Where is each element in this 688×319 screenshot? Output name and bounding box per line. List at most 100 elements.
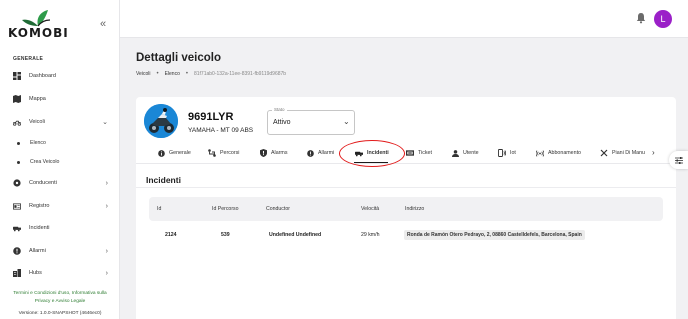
breadcrumb: Veicoli • Elenco • 81f71ab0-132a-11ee-83… (136, 71, 286, 77)
bullet-icon (17, 160, 20, 164)
tab-ticket[interactable]: Ticket (406, 146, 432, 160)
sidebar-subitem-label: Crea Veicolo (30, 159, 60, 165)
registry-icon (13, 202, 21, 210)
breadcrumb-separator-icon: • (185, 71, 188, 77)
dashboard-icon (13, 72, 21, 80)
breadcrumb-current: 81f71ab0-132a-11ee-8391-fb9119d9687b (193, 71, 287, 77)
sidebar-item-label: Dashboard (29, 73, 56, 79)
breadcrumb-separator-icon: • (156, 71, 159, 77)
chevron-down-icon[interactable]: ⌄ (343, 117, 350, 126)
tab-utente[interactable]: Utente (451, 146, 479, 160)
legal-link-line2[interactable]: Privacy e Avviso Legale (0, 298, 120, 306)
top-bar (120, 0, 688, 38)
motorcycle-icon (13, 118, 21, 126)
tab-label: Iot (510, 150, 516, 156)
column-header-conductor[interactable]: Conductor (266, 206, 290, 212)
page-title: Dettagli veicolo (136, 52, 221, 64)
driver-icon (13, 179, 21, 187)
tab-generale[interactable]: Generale (157, 146, 191, 160)
sidebar-item-label: Allarmi (29, 248, 46, 254)
avatar[interactable]: L (654, 10, 672, 28)
signal-icon (536, 149, 544, 157)
column-header-indirizzo[interactable]: Indirizzo (405, 206, 424, 212)
ticket-icon (406, 149, 414, 157)
hub-icon (13, 269, 21, 277)
map-icon (13, 95, 21, 103)
chevron-right-icon: › (105, 202, 108, 210)
shield-icon (259, 149, 267, 157)
cell-velocita: 29 km/h (361, 232, 380, 238)
logo-text: KOMOBI (8, 26, 69, 40)
vehicle-avatar (144, 104, 178, 138)
alert-icon (306, 149, 314, 157)
version-text: Versione: 1.0.0-SNAPSHOT (4646ec0) (18, 311, 102, 316)
bullet-icon (17, 141, 20, 145)
column-header-id-percorso[interactable]: Id Percorso (212, 206, 239, 212)
tab-allarmi[interactable]: Allarmi (306, 146, 334, 160)
sidebar-item-label: Mappa (29, 96, 46, 102)
sidebar-item-conducenti[interactable]: Conducenti › (0, 174, 120, 192)
tabs-divider (136, 163, 676, 164)
breadcrumb-item[interactable]: Veicoli (136, 71, 150, 77)
cell-id: 2124 (165, 232, 177, 238)
vehicle-model: YAMAHA - MT 09 ABS (188, 127, 254, 134)
tab-label: Allarmi (318, 150, 335, 156)
breadcrumb-item[interactable]: Elenco (165, 71, 180, 77)
sidebar-item-hubs[interactable]: Hubs › (0, 264, 120, 282)
tab-percorsi[interactable]: Percorsi (208, 146, 239, 160)
cell-conductor: Undefined Undefined (269, 232, 322, 238)
stato-value[interactable]: Attivo (273, 119, 291, 126)
cell-indirizzo: Ronda de Ramón Otero Pedrayo, 2, 08860 C… (404, 230, 585, 240)
sidebar-item-incidenti[interactable]: Incidenti (0, 219, 120, 237)
collapse-sidebar-icon[interactable]: « (100, 18, 106, 30)
tab-abbonamento[interactable]: Abbonamento (536, 146, 581, 160)
tab-label: Alarms (271, 150, 288, 156)
sidebar-item-label: Incidenti (29, 225, 50, 231)
sidebar-item-label: Registro (29, 203, 50, 209)
chevron-right-icon: › (105, 179, 108, 187)
iot-device-icon (498, 149, 506, 157)
sidebar-item-mappa[interactable]: Mappa (0, 90, 120, 108)
sidebar-item-label: Hubs (29, 270, 42, 276)
column-header-id[interactable]: Id (157, 206, 161, 212)
column-header-velocita[interactable]: Velocità (361, 206, 379, 212)
info-icon (157, 149, 165, 157)
tabs-scroll-right-icon[interactable]: › (652, 148, 655, 157)
tab-label: Utente (463, 150, 479, 156)
tab-label: Percorsi (220, 150, 240, 156)
alert-icon (13, 247, 21, 255)
section-divider (136, 187, 676, 188)
tab-piani-di-manutenzione[interactable]: Piani Di Manu (600, 146, 645, 160)
incident-icon (13, 224, 21, 232)
sidebar-subitem-crea-veicolo[interactable]: Crea Veicolo (0, 155, 120, 169)
highlight-annotation (339, 140, 405, 167)
vehicle-plate: 9691LYR (188, 111, 234, 123)
sidebar-subitem-elenco[interactable]: Elenco (0, 136, 120, 150)
wrench-icon (600, 149, 608, 157)
sidebar-item-dashboard[interactable]: Dashboard (0, 67, 120, 85)
sidebar-item-registro[interactable]: Registro › (0, 197, 120, 215)
tab-iot[interactable]: Iot (498, 146, 516, 160)
tab-label: Ticket (418, 150, 432, 156)
tab-label: Generale (169, 150, 191, 156)
tab-label: Abbonamento (548, 150, 581, 156)
legal-link-line1[interactable]: Termini e Condizioni d'uso, Informativa … (0, 290, 120, 298)
chevron-right-icon: › (105, 269, 108, 277)
legal-links[interactable]: Termini e Condizioni d'uso, Informativa … (0, 290, 120, 305)
user-icon (451, 149, 459, 157)
filter-toggle-button[interactable] (669, 151, 688, 169)
sidebar-subitem-label: Elenco (30, 140, 46, 146)
bell-icon[interactable] (635, 12, 647, 24)
sidebar-item-label: Veicoli (29, 119, 45, 125)
chevron-down-icon: ⌄ (102, 119, 108, 126)
cell-id-percorso: 539 (221, 232, 230, 238)
route-icon (208, 149, 216, 157)
sliders-icon (674, 156, 683, 164)
sidebar: KOMOBI « GENERALE Dashboard Mappa Veicol… (0, 0, 120, 319)
sidebar-item-veicoli[interactable]: Veicoli ⌄ (0, 113, 120, 131)
incidents-title: Incidenti (146, 175, 181, 185)
tab-alarms[interactable]: Alarms (259, 146, 287, 160)
sidebar-item-allarmi[interactable]: Allarmi › (0, 242, 120, 260)
tab-label: Piani Di Manu (612, 150, 645, 156)
section-label: GENERALE (13, 56, 44, 62)
